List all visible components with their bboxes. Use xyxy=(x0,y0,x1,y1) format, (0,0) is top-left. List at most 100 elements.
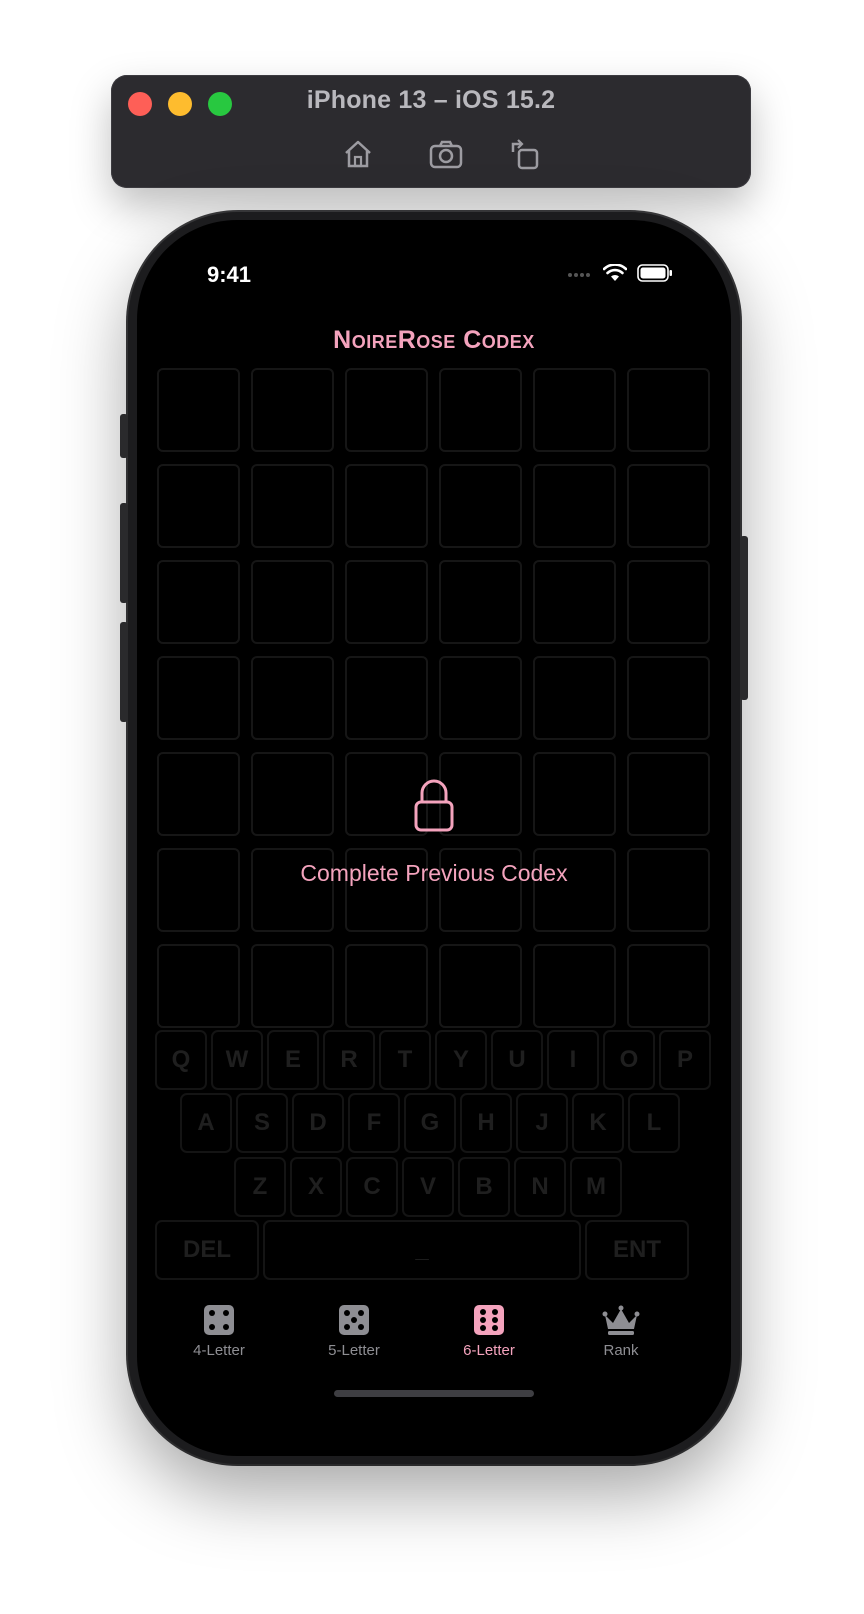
grid-cell xyxy=(157,464,240,548)
screenshot-button[interactable] xyxy=(426,134,466,174)
grid-cell xyxy=(157,944,240,1028)
cellular-icon xyxy=(568,273,590,277)
key-z[interactable]: Z xyxy=(234,1157,286,1217)
grid-cell xyxy=(157,752,240,836)
key-s[interactable]: S xyxy=(236,1093,288,1153)
grid-cell xyxy=(627,944,710,1028)
rotate-icon xyxy=(511,139,539,170)
dice-five-icon xyxy=(339,1305,369,1335)
tab-label: 5-Letter xyxy=(328,1342,380,1359)
grid-cell xyxy=(439,944,522,1028)
volume-up-button xyxy=(120,503,128,603)
tab-bar: 4-Letter 5-Letter 6-Letter Rank xyxy=(137,1300,731,1370)
tab-4-letter[interactable]: 4-Letter xyxy=(159,1300,279,1359)
grid-cell xyxy=(439,368,522,452)
screenshot-icon xyxy=(429,140,463,169)
grid-cell xyxy=(251,464,334,548)
tab-6-letter[interactable]: 6-Letter xyxy=(429,1300,549,1359)
power-button xyxy=(740,536,748,700)
crown-icon xyxy=(602,1305,640,1335)
tab-5-letter[interactable]: 5-Letter xyxy=(294,1300,414,1359)
key-t[interactable]: T xyxy=(379,1030,431,1090)
grid-cell xyxy=(627,464,710,548)
status-time: 9:41 xyxy=(207,262,252,287)
tab-label: Rank xyxy=(603,1342,639,1359)
enter-key[interactable]: ENT xyxy=(585,1220,689,1280)
home-button[interactable] xyxy=(338,134,378,174)
key-m[interactable]: M xyxy=(570,1157,622,1217)
letter-grid xyxy=(157,368,710,1028)
locked-message: Complete Previous Codex xyxy=(300,860,568,886)
key-q[interactable]: Q xyxy=(155,1030,207,1090)
grid-cell xyxy=(533,656,616,740)
status-icons xyxy=(567,264,673,282)
grid-cell xyxy=(157,656,240,740)
tab-rank[interactable]: Rank xyxy=(561,1300,681,1359)
key-j[interactable]: J xyxy=(516,1093,568,1153)
key-h[interactable]: H xyxy=(460,1093,512,1153)
grid-cell xyxy=(345,368,428,452)
keyboard-row-3: ZXCVBNM xyxy=(234,1157,622,1217)
grid-cell xyxy=(533,368,616,452)
keyboard-row-4: DEL _ ENT xyxy=(155,1220,689,1280)
lock-icon xyxy=(414,779,454,832)
grid-cell xyxy=(157,560,240,644)
tab-label: 4-Letter xyxy=(193,1342,245,1359)
grid-cell xyxy=(251,368,334,452)
keyboard-row-1: QWERTYUIOP xyxy=(155,1030,711,1090)
key-p[interactable]: P xyxy=(659,1030,711,1090)
battery-icon xyxy=(637,264,672,282)
key-b[interactable]: B xyxy=(458,1157,510,1217)
key-v[interactable]: V xyxy=(402,1157,454,1217)
key-x[interactable]: X xyxy=(290,1157,342,1217)
home-icon xyxy=(345,140,371,168)
grid-cell xyxy=(439,464,522,548)
grid-cell xyxy=(345,464,428,548)
grid-cell xyxy=(627,560,710,644)
key-r[interactable]: R xyxy=(323,1030,375,1090)
key-l[interactable]: L xyxy=(628,1093,680,1153)
tab-label: 6-Letter xyxy=(463,1342,515,1359)
grid-cell xyxy=(533,752,616,836)
key-g[interactable]: G xyxy=(404,1093,456,1153)
phone-screen: 9:41 NoireRose Codex Complete Previous C… xyxy=(137,220,731,1456)
key-w[interactable]: W xyxy=(211,1030,263,1090)
mute-switch xyxy=(120,414,128,458)
key-y[interactable]: Y xyxy=(435,1030,487,1090)
keyboard-row-2: ASDFGHJKL xyxy=(180,1093,680,1153)
key-n[interactable]: N xyxy=(514,1157,566,1217)
grid-cell xyxy=(345,656,428,740)
grid-cell xyxy=(439,656,522,740)
grid-cell xyxy=(345,560,428,644)
dice-four-icon xyxy=(204,1305,234,1335)
rotate-button[interactable] xyxy=(505,134,545,174)
app-title: NoireRose Codex xyxy=(333,326,535,354)
dice-six-icon xyxy=(474,1305,504,1335)
delete-key[interactable]: DEL xyxy=(155,1220,259,1280)
grid-cell xyxy=(533,560,616,644)
key-k[interactable]: K xyxy=(572,1093,624,1153)
grid-cell xyxy=(533,464,616,548)
grid-cell xyxy=(627,656,710,740)
key-e[interactable]: E xyxy=(267,1030,319,1090)
key-a[interactable]: A xyxy=(180,1093,232,1153)
grid-cell xyxy=(251,656,334,740)
key-d[interactable]: D xyxy=(292,1093,344,1153)
grid-cell xyxy=(627,752,710,836)
wifi-icon xyxy=(603,264,627,281)
grid-cell xyxy=(627,368,710,452)
grid-cell xyxy=(345,944,428,1028)
home-indicator xyxy=(334,1390,534,1397)
grid-cell xyxy=(439,560,522,644)
key-u[interactable]: U xyxy=(491,1030,543,1090)
grid-cell xyxy=(157,368,240,452)
space-key[interactable]: _ xyxy=(263,1220,581,1280)
key-c[interactable]: C xyxy=(346,1157,398,1217)
key-f[interactable]: F xyxy=(348,1093,400,1153)
volume-down-button xyxy=(120,622,128,722)
notch xyxy=(319,220,549,254)
grid-cell xyxy=(251,560,334,644)
key-i[interactable]: I xyxy=(547,1030,599,1090)
grid-cell xyxy=(251,752,334,836)
key-o[interactable]: O xyxy=(603,1030,655,1090)
